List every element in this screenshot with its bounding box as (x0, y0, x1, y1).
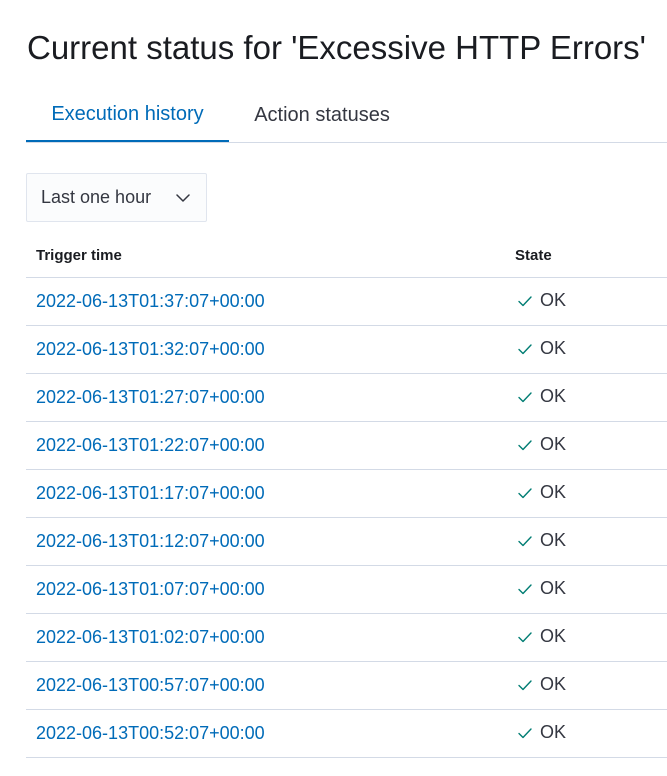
table-row: 2022-06-13T00:57:07+00:00 OK (26, 662, 667, 710)
table-row: 2022-06-13T01:37:07+00:00 OK (26, 278, 667, 326)
state-cell: OK (517, 722, 566, 743)
column-header-trigger-time[interactable]: Trigger time (36, 247, 122, 264)
trigger-time-link[interactable]: 2022-06-13T01:37:07+00:00 (36, 291, 265, 312)
state-cell: OK (517, 626, 566, 647)
trigger-time-link[interactable]: 2022-06-13T01:22:07+00:00 (36, 435, 265, 456)
state-label: OK (540, 530, 567, 550)
state-label: OK (540, 626, 567, 646)
check-icon (518, 391, 532, 402)
state-cell: OK (517, 578, 566, 599)
time-range-select[interactable]: Last one hour (26, 173, 207, 222)
tab-execution-history[interactable]: Execution history (26, 88, 229, 142)
state-label: OK (540, 482, 567, 502)
state-cell: OK (517, 434, 566, 455)
trigger-time-link[interactable]: 2022-06-13T00:52:07+00:00 (36, 723, 265, 744)
table-row: 2022-06-13T00:52:07+00:00 OK (26, 710, 667, 758)
page-title: Current status for 'Excessive HTTP Error… (27, 29, 646, 66)
table-row: 2022-06-13T01:07:07+00:00 OK (26, 566, 667, 614)
trigger-time-link[interactable]: 2022-06-13T01:27:07+00:00 (36, 387, 265, 408)
table-body: 2022-06-13T01:37:07+00:00 OK 2022-06-13T… (26, 278, 667, 758)
time-range-value: Last one hour (41, 187, 152, 207)
check-icon (518, 679, 532, 690)
trigger-time-link[interactable]: 2022-06-13T01:32:07+00:00 (36, 339, 265, 360)
trigger-time-link[interactable]: 2022-06-13T00:57:07+00:00 (36, 675, 265, 696)
state-label: OK (540, 386, 567, 406)
state-cell: OK (517, 290, 566, 311)
chevron-down-icon (176, 194, 190, 202)
table-row: 2022-06-13T01:27:07+00:00 OK (26, 374, 667, 422)
table-header: Trigger time State (26, 232, 667, 278)
state-label: OK (540, 722, 567, 742)
check-icon (518, 535, 532, 546)
check-icon (518, 439, 532, 450)
check-icon (518, 343, 532, 354)
trigger-time-link[interactable]: 2022-06-13T01:17:07+00:00 (36, 483, 265, 504)
column-header-state[interactable]: State (515, 247, 552, 264)
state-cell: OK (517, 482, 566, 503)
state-label: OK (540, 578, 567, 598)
table-row: 2022-06-13T01:02:07+00:00 OK (26, 614, 667, 662)
state-cell: OK (517, 674, 566, 695)
check-icon (518, 583, 532, 594)
check-icon (518, 631, 532, 642)
table-row: 2022-06-13T01:32:07+00:00 OK (26, 326, 667, 374)
tab-action-statuses[interactable]: Action statuses (229, 88, 415, 142)
state-cell: OK (517, 530, 566, 551)
execution-history-table: Trigger time State 2022-06-13T01:37:07+0… (26, 232, 667, 758)
state-label: OK (540, 434, 567, 454)
state-label: OK (540, 674, 567, 694)
table-row: 2022-06-13T01:12:07+00:00 OK (26, 518, 667, 566)
tab-bar: Execution history Action statuses (26, 88, 667, 143)
table-row: 2022-06-13T01:17:07+00:00 OK (26, 470, 667, 518)
check-icon (518, 295, 532, 306)
trigger-time-link[interactable]: 2022-06-13T01:12:07+00:00 (36, 531, 265, 552)
state-cell: OK (517, 386, 566, 407)
table-row: 2022-06-13T01:22:07+00:00 OK (26, 422, 667, 470)
watch-status-page: Current status for 'Excessive HTTP Error… (0, 0, 667, 776)
state-label: OK (540, 338, 567, 358)
state-cell: OK (517, 338, 566, 359)
check-icon (518, 487, 532, 498)
trigger-time-link[interactable]: 2022-06-13T01:07:07+00:00 (36, 579, 265, 600)
trigger-time-link[interactable]: 2022-06-13T01:02:07+00:00 (36, 627, 265, 648)
state-label: OK (540, 290, 567, 310)
check-icon (518, 727, 532, 738)
